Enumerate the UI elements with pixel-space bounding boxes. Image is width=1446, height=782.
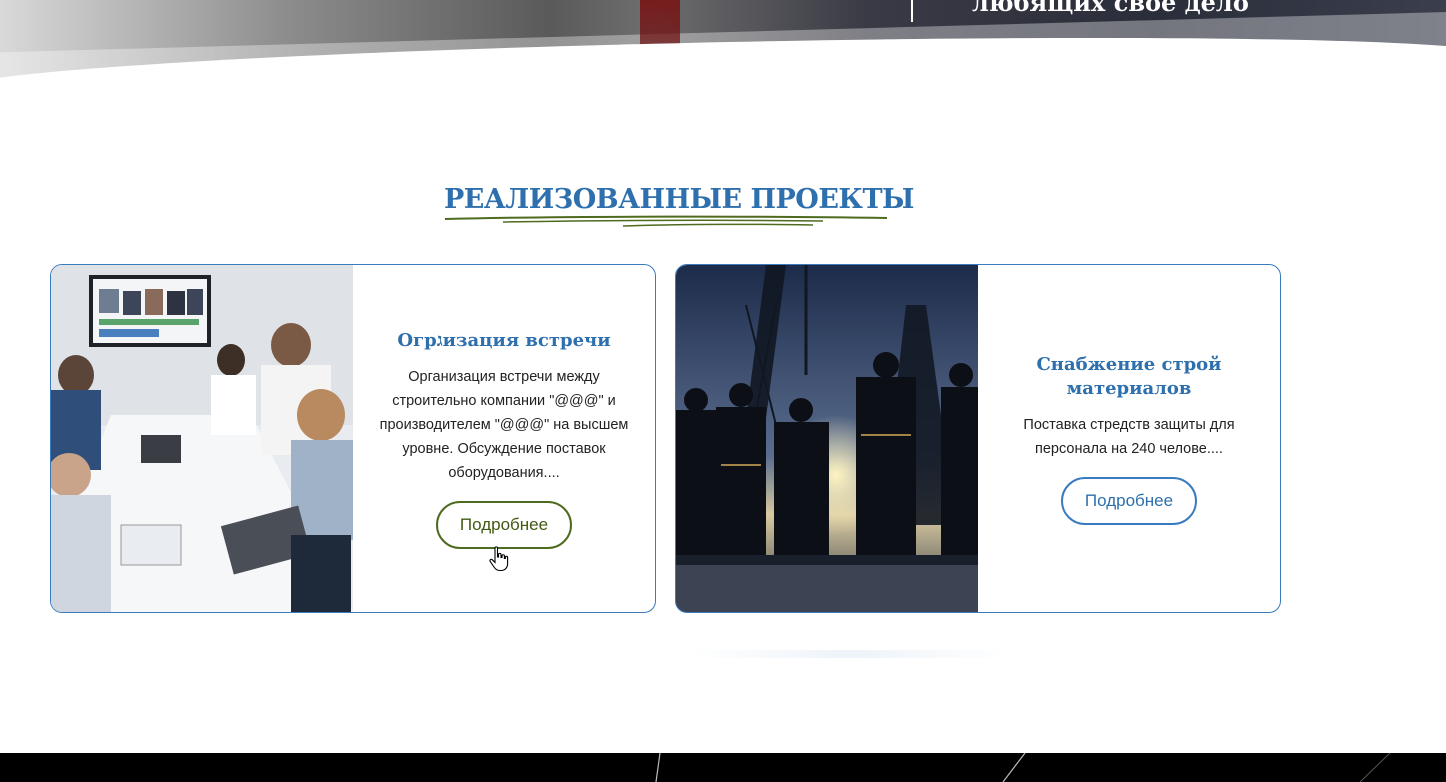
construction-workers-photo — [676, 265, 978, 612]
hero-tagline: любящих свое дело — [972, 0, 1249, 17]
decorative-divider — [690, 650, 1010, 658]
hero-banner: любящих свое дело — [0, 0, 1446, 102]
footer-band — [0, 753, 1446, 782]
project-card-meeting: Огрגизация встречи Организация встречи м… — [50, 264, 656, 613]
details-button[interactable]: Подробнее — [1060, 476, 1198, 525]
hand-pointer-cursor-icon — [489, 546, 509, 572]
title-underline-decoration — [444, 215, 888, 227]
project-title: Огрגизация встречи — [397, 329, 611, 351]
section-title: РЕАЛИЗОВАННЫЕ ПРОЕКТЫ — [444, 184, 915, 215]
project-title: Снабжение строй материалов — [1036, 353, 1222, 399]
project-card-body: Снабжение строй материалов Поставка стре… — [978, 265, 1280, 612]
meeting-room-photo — [51, 265, 353, 612]
details-button[interactable]: Подробнее — [435, 500, 573, 549]
project-card-supply: Снабжение строй материалов Поставка стре… — [675, 264, 1281, 613]
hero-divider — [911, 0, 913, 22]
project-description: Организация встречи между строительно ко… — [379, 368, 629, 481]
project-description: Поставка стредств защиты для персонала н… — [1023, 416, 1235, 457]
